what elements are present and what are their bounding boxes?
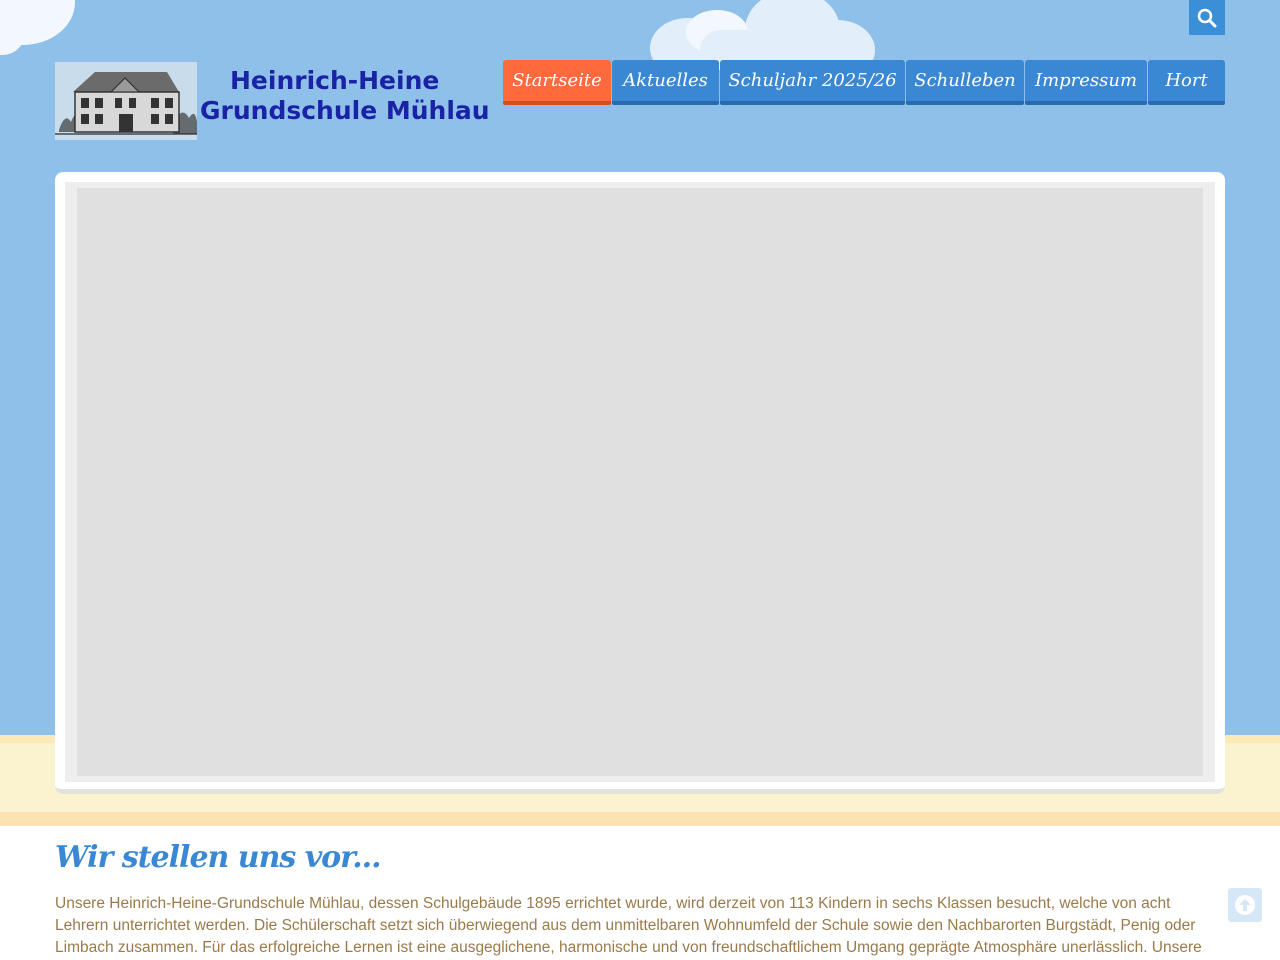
slider-inner-frame <box>65 182 1215 782</box>
logo-title-line2: Grundschule Mühlau <box>200 96 490 125</box>
nav-item-impressum[interactable]: Impressum <box>1025 60 1147 105</box>
search-icon <box>1197 8 1217 27</box>
nav-item-hort[interactable]: Hort <box>1148 60 1225 105</box>
nav-item-startseite[interactable]: Startseite <box>503 60 611 105</box>
nav-item-schuljahr[interactable]: Schuljahr 2025/26 <box>720 60 905 105</box>
nav-item-aktuelles[interactable]: Aktuelles <box>612 60 719 105</box>
intro-paragraph: Unsere Heinrich-Heine-Grundschule Mühlau… <box>55 895 1202 956</box>
logo-title-line1: Heinrich-Heine <box>230 66 440 95</box>
image-slider <box>55 172 1225 794</box>
nav-item-schulleben[interactable]: Schulleben <box>906 60 1024 105</box>
site-logo[interactable]: Heinrich-Heine Grundschule Mühlau <box>55 52 490 150</box>
search-button[interactable] <box>1189 0 1225 35</box>
school-building-icon <box>55 62 197 140</box>
arrow-up-icon <box>1235 895 1255 915</box>
slider-image-placeholder <box>77 188 1203 776</box>
intro-section: Wir stellen uns vor... Unsere Heinrich-H… <box>55 840 1225 959</box>
intro-heading: Wir stellen uns vor... <box>55 840 382 875</box>
scroll-to-top-button[interactable] <box>1228 888 1262 922</box>
